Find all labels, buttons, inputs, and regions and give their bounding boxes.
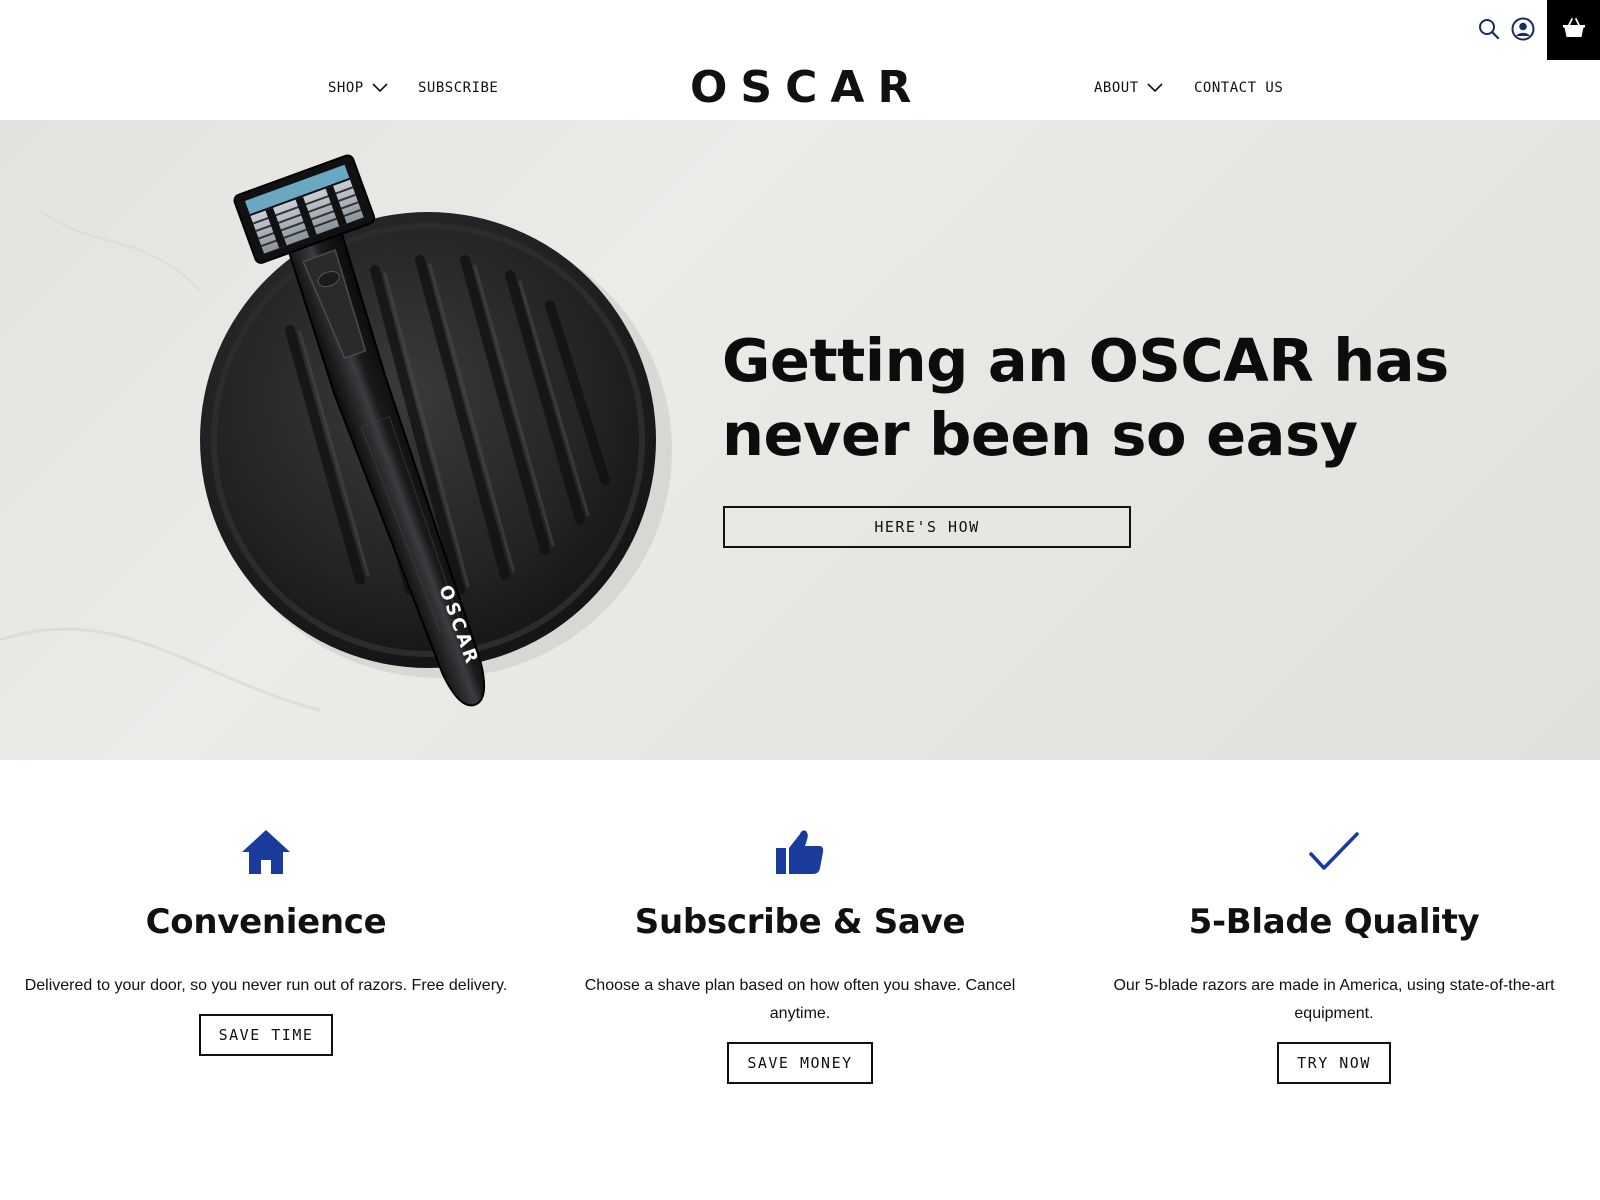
save-money-button[interactable]: SAVE MONEY <box>727 1042 873 1084</box>
hero-razor-image: OSCAR <box>0 154 672 712</box>
nav-subscribe-label: SUBSCRIBE <box>418 80 499 96</box>
feature-convenience: Convenience Delivered to your door, so y… <box>16 826 516 1056</box>
home-icon <box>16 826 516 878</box>
checkmark-icon <box>1084 826 1584 878</box>
search-icon[interactable] <box>1472 12 1506 46</box>
nav-subscribe[interactable]: SUBSCRIBE <box>418 80 498 96</box>
thumbs-up-icon <box>550 826 1050 878</box>
cart-button[interactable] <box>1547 0 1600 60</box>
hero-banner: OSCAR Getting an OSCAR has never been so… <box>0 120 1600 760</box>
cart-icon <box>1562 17 1586 43</box>
feature-description: Our 5-blade razors are made in America, … <box>1113 977 1555 1022</box>
feature-blade-quality: 5-Blade Quality Our 5-blade razors are m… <box>1084 826 1584 1084</box>
hero-headline: Getting an OSCAR has never been so easy <box>722 326 1449 469</box>
chevron-down-icon <box>372 83 388 93</box>
nav-about[interactable]: ABOUT <box>1094 80 1163 96</box>
feature-description: Choose a shave plan based on how often y… <box>584 977 1016 1022</box>
feature-title: Subscribe & Save <box>634 902 966 942</box>
nav-shop-label: SHOP <box>328 80 364 96</box>
nav-about-label: ABOUT <box>1094 80 1139 96</box>
feature-title: 5-Blade Quality <box>1188 902 1480 942</box>
save-time-button[interactable]: SAVE TIME <box>198 1014 334 1056</box>
site-logo[interactable]: OSCAR <box>690 63 911 113</box>
nav-shop[interactable]: SHOP <box>328 80 388 96</box>
feature-subscribe-save: Subscribe & Save Choose a shave plan bas… <box>550 826 1050 1084</box>
account-icon[interactable] <box>1506 12 1540 46</box>
nav-contact-us[interactable]: CONTACT US <box>1194 80 1283 96</box>
heres-how-button[interactable]: HERE'S HOW <box>723 506 1131 548</box>
nav-contact-label: CONTACT US <box>1194 80 1284 96</box>
feature-description: Delivered to your door, so you never run… <box>24 977 508 994</box>
feature-title: Convenience <box>145 902 387 942</box>
try-now-button[interactable]: TRY NOW <box>1277 1042 1391 1084</box>
chevron-down-icon <box>1147 83 1163 93</box>
